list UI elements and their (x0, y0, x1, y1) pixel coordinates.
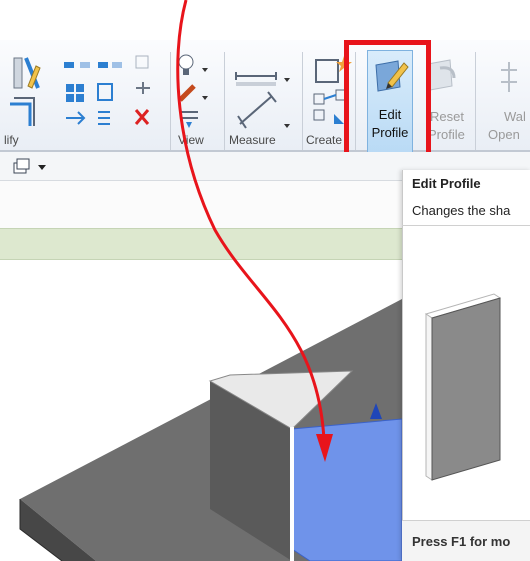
annotation-arrow (176, 0, 333, 462)
